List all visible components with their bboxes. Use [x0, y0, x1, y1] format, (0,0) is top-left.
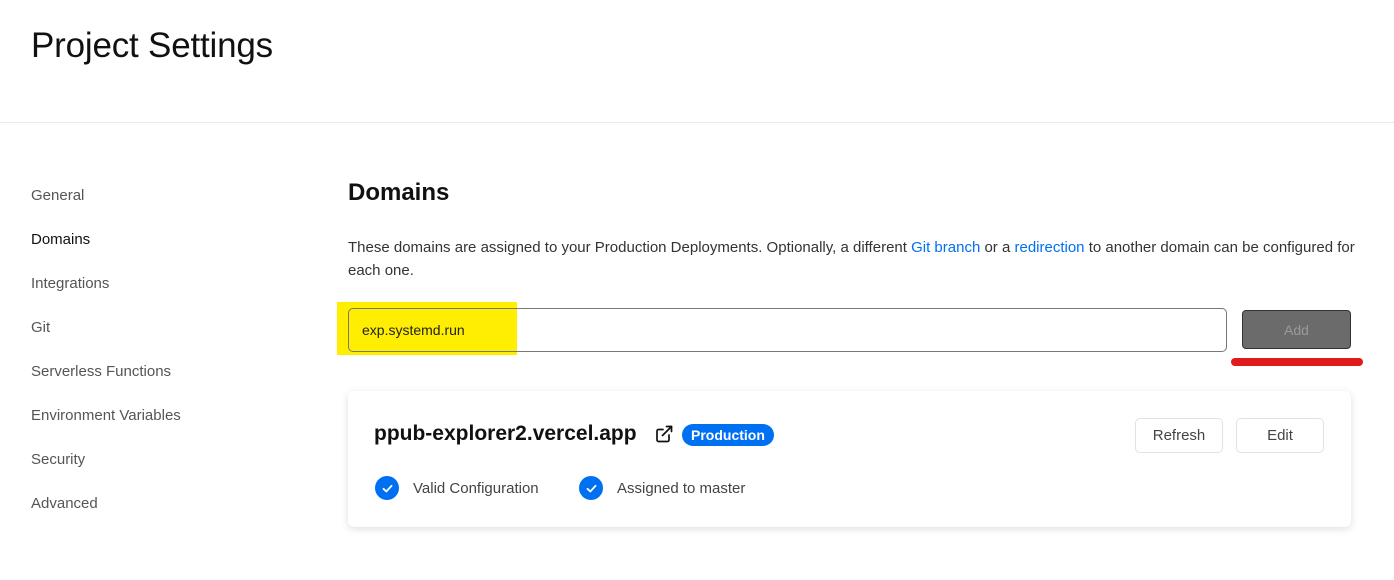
check-circle-icon: [579, 476, 603, 500]
section-title: Domains: [348, 179, 450, 206]
status-assigned-to-master: Assigned to master: [579, 476, 745, 500]
domain-input[interactable]: [348, 308, 1227, 352]
sidebar-item-domains[interactable]: Domains: [31, 229, 291, 273]
sidebar-item-serverless-functions[interactable]: Serverless Functions: [31, 361, 291, 405]
status-valid-configuration: Valid Configuration: [375, 476, 539, 500]
redirection-link[interactable]: redirection: [1014, 239, 1084, 256]
sidebar-item-general[interactable]: General: [31, 185, 291, 229]
edit-button[interactable]: Edit: [1236, 418, 1324, 453]
sidebar-item-git[interactable]: Git: [31, 317, 291, 361]
check-circle-icon: [375, 476, 399, 500]
domain-name[interactable]: ppub-explorer2.vercel.app: [374, 422, 637, 446]
description-text-1: These domains are assigned to your Produ…: [348, 239, 912, 256]
description-text-2: or a: [980, 239, 1015, 256]
sidebar-item-environment-variables[interactable]: Environment Variables: [31, 405, 291, 449]
status-label: Assigned to master: [617, 479, 746, 497]
sidebar-item-integrations[interactable]: Integrations: [31, 273, 291, 317]
git-branch-link[interactable]: Git branch: [911, 239, 980, 256]
status-label: Valid Configuration: [413, 479, 539, 497]
sidebar-item-advanced[interactable]: Advanced: [31, 493, 291, 537]
refresh-button[interactable]: Refresh: [1135, 418, 1223, 453]
domain-card: ppub-explorer2.vercel.app Production Ref…: [348, 391, 1351, 527]
add-button[interactable]: Add: [1242, 310, 1351, 349]
production-badge: Production: [682, 424, 774, 446]
section-description: These domains are assigned to your Produ…: [348, 236, 1358, 282]
sidebar-item-security[interactable]: Security: [31, 449, 291, 493]
settings-sidebar: General Domains Integrations Git Serverl…: [31, 185, 291, 537]
page-header: Project Settings: [0, 0, 1394, 123]
page-title: Project Settings: [31, 26, 273, 65]
external-link-icon[interactable]: [654, 424, 674, 444]
red-underline-annotation: [1231, 358, 1363, 366]
